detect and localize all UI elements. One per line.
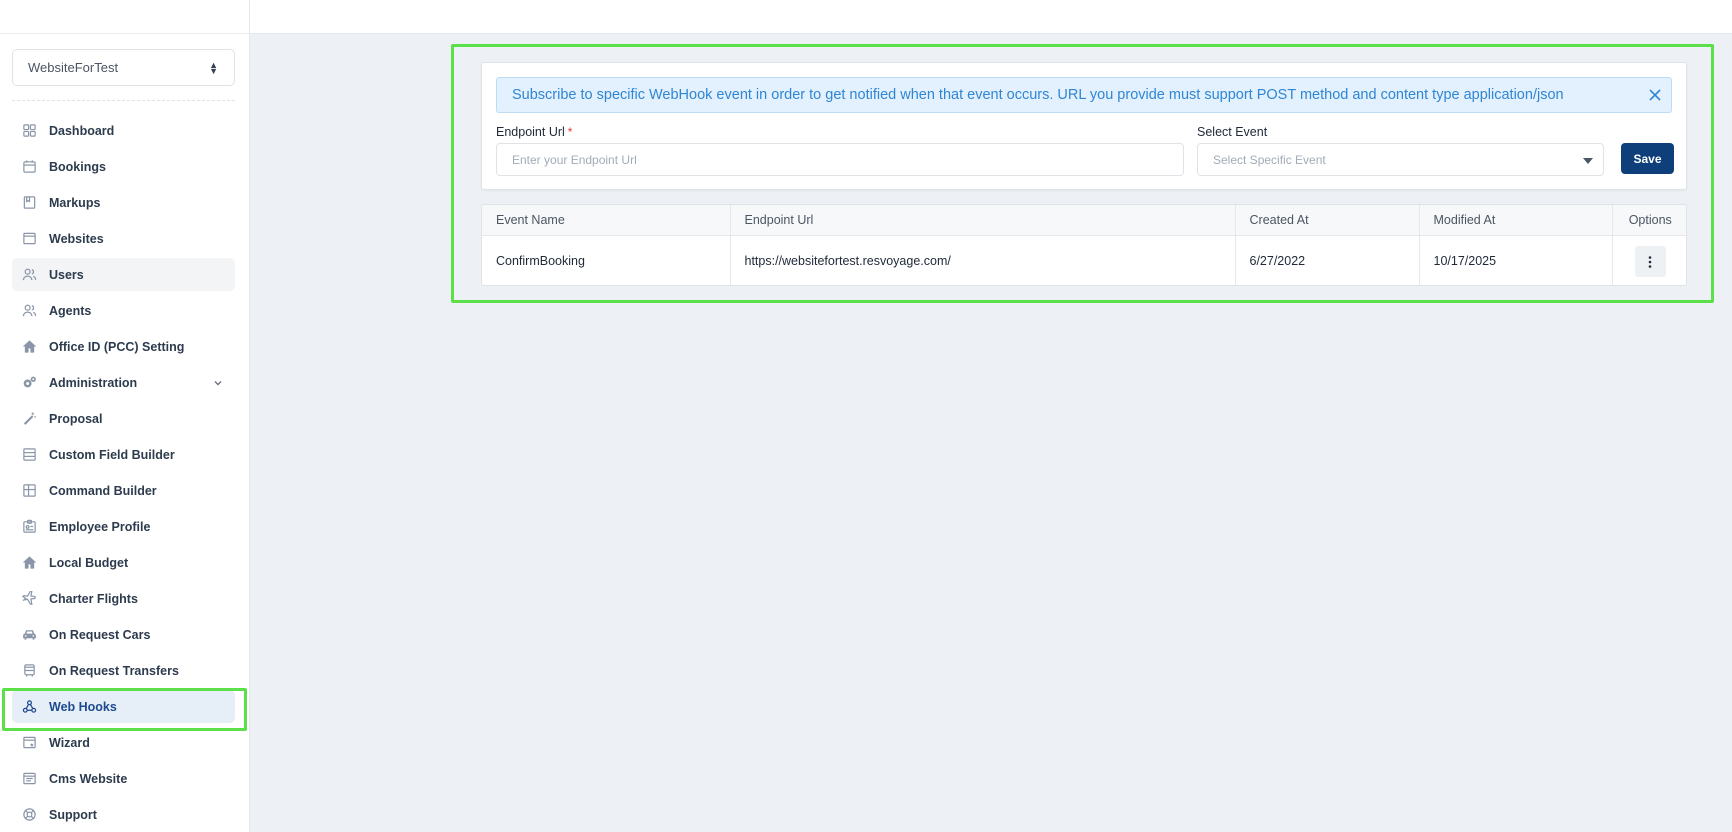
sidebar-item-local-budget[interactable]: Local Budget bbox=[12, 546, 235, 579]
sidebar-item-bookings[interactable]: Bookings bbox=[12, 150, 235, 183]
sidebar-item-agents[interactable]: Agents bbox=[12, 294, 235, 327]
users-icon bbox=[21, 267, 37, 283]
sidebar-header bbox=[0, 0, 249, 34]
cell-modified-at: 10/17/2025 bbox=[1419, 235, 1613, 285]
markup-icon bbox=[21, 195, 37, 211]
cell-event-name: ConfirmBooking bbox=[482, 235, 731, 285]
info-alert: Subscribe to specific WebHook event in o… bbox=[496, 77, 1672, 113]
row-options-button[interactable] bbox=[1634, 246, 1666, 278]
endpoint-url-label: Endpoint Url * bbox=[496, 125, 572, 139]
sidebar-item-charter-flights[interactable]: Charter Flights bbox=[12, 582, 235, 615]
gears-icon bbox=[21, 375, 37, 391]
sidebar-item-label: Administration bbox=[49, 375, 138, 390]
window-icon bbox=[21, 231, 37, 247]
sidebar-item-label: Support bbox=[49, 807, 97, 822]
id-card-icon bbox=[21, 519, 37, 535]
sidebar-item-label: Local Budget bbox=[49, 555, 129, 570]
column-header-event-name[interactable]: Event Name bbox=[482, 205, 731, 236]
sidebar-item-label: Command Builder bbox=[49, 483, 157, 498]
sidebar-item-label: Charter Flights bbox=[49, 591, 138, 606]
lifebuoy-icon bbox=[21, 807, 37, 823]
plane-icon bbox=[21, 591, 37, 607]
sidebar-item-label: On Request Transfers bbox=[49, 663, 179, 678]
sidebar-item-proposal[interactable]: Proposal bbox=[12, 402, 235, 435]
home-icon bbox=[21, 339, 37, 355]
webhook-form-card: Subscribe to specific WebHook event in o… bbox=[481, 62, 1687, 190]
sidebar-item-web-hooks[interactable]: Web Hooks bbox=[2, 688, 247, 731]
sidebar-item-custom-field-builder[interactable]: Custom Field Builder bbox=[12, 438, 235, 471]
endpoint-url-placeholder: Enter your Endpoint Url bbox=[512, 152, 637, 167]
webhook-table: Event Name Endpoint Url Created At Modif… bbox=[481, 204, 1687, 286]
home-icon bbox=[21, 555, 37, 571]
save-button[interactable]: Save bbox=[1621, 143, 1674, 174]
sidebar-item-on-request-transfers[interactable]: On Request Transfers bbox=[12, 654, 235, 687]
magic-wand-icon bbox=[21, 411, 37, 427]
kebab-menu-icon bbox=[1648, 255, 1652, 268]
sidebar-divider bbox=[12, 100, 235, 101]
select-event-label: Select Event bbox=[1197, 125, 1268, 139]
sidebar-item-wizard[interactable]: Wizard bbox=[12, 726, 235, 759]
chevron-down-icon[interactable] bbox=[213, 377, 223, 387]
sidebar-item-label: Office ID (PCC) Setting bbox=[49, 339, 185, 354]
sidebar-item-label: Users bbox=[49, 267, 84, 282]
sidebar-item-websites[interactable]: Websites bbox=[12, 222, 235, 255]
table-row: ConfirmBooking https://websitefortest.re… bbox=[482, 235, 1686, 285]
column-header-created-at[interactable]: Created At bbox=[1235, 205, 1420, 236]
wizard-icon bbox=[21, 735, 37, 751]
sidebar-item-employee-profile[interactable]: Employee Profile bbox=[12, 510, 235, 543]
info-alert-text: Subscribe to specific WebHook event in o… bbox=[512, 87, 1564, 103]
sidebar-item-label: Employee Profile bbox=[49, 519, 151, 534]
sidebar-item-office-id[interactable]: Office ID (PCC) Setting bbox=[12, 330, 235, 363]
sidebar-item-label: Web Hooks bbox=[49, 699, 117, 714]
sidebar-item-command-builder[interactable]: Command Builder bbox=[12, 474, 235, 507]
sidebar-item-label: Custom Field Builder bbox=[49, 447, 175, 462]
grid-icon bbox=[21, 483, 37, 499]
website-selector[interactable]: WebsiteForTest ▲ ▼ bbox=[12, 49, 235, 86]
select-event-dropdown[interactable]: Select Specific Event bbox=[1197, 143, 1604, 176]
endpoint-url-label-text: Endpoint Url bbox=[496, 125, 565, 139]
table-header-row: Event Name Endpoint Url Created At Modif… bbox=[482, 205, 1686, 236]
cell-options bbox=[1612, 235, 1686, 285]
sidebar-item-label: Wizard bbox=[49, 735, 90, 750]
website-selector-value: WebsiteForTest bbox=[28, 60, 119, 75]
bus-icon bbox=[21, 663, 37, 679]
webhook-icon bbox=[21, 699, 37, 715]
sort-icon: ▲ ▼ bbox=[209, 59, 218, 76]
sidebar: WebsiteForTest ▲ ▼ Dashboard Bookings Mar… bbox=[0, 0, 250, 832]
cell-created-at: 6/27/2022 bbox=[1235, 235, 1420, 285]
sidebar-item-support[interactable]: Support bbox=[12, 798, 235, 831]
sidebar-item-label: Proposal bbox=[49, 411, 103, 426]
sidebar-item-label: Bookings bbox=[49, 159, 106, 174]
car-icon bbox=[21, 627, 37, 643]
sidebar-item-markups[interactable]: Markups bbox=[12, 186, 235, 219]
sidebar-item-label: Markups bbox=[49, 195, 101, 210]
sidebar-item-users[interactable]: Users bbox=[12, 258, 235, 291]
sidebar-item-label: Websites bbox=[49, 231, 104, 246]
sidebar-item-cms-website[interactable]: Cms Website bbox=[12, 762, 235, 795]
column-header-modified-at[interactable]: Modified At bbox=[1419, 205, 1613, 236]
caret-down-icon bbox=[1583, 158, 1593, 164]
sidebar-item-label: Agents bbox=[49, 303, 92, 318]
sidebar-item-label: On Request Cars bbox=[49, 627, 151, 642]
sidebar-nav: Dashboard Bookings Markups Websites User… bbox=[2, 114, 247, 832]
cms-icon bbox=[21, 771, 37, 787]
close-icon[interactable] bbox=[1647, 87, 1663, 103]
users-icon bbox=[21, 303, 37, 319]
sidebar-item-on-request-cars[interactable]: On Request Cars bbox=[12, 618, 235, 651]
sidebar-item-dashboard[interactable]: Dashboard bbox=[12, 114, 235, 147]
column-header-endpoint-url[interactable]: Endpoint Url bbox=[730, 205, 1236, 236]
select-event-placeholder: Select Specific Event bbox=[1213, 152, 1326, 167]
form-icon bbox=[21, 447, 37, 463]
sidebar-item-administration[interactable]: Administration bbox=[12, 366, 235, 399]
endpoint-url-input[interactable]: Enter your Endpoint Url bbox=[496, 143, 1184, 176]
dashboard-icon bbox=[21, 123, 37, 139]
sidebar-item-label: Dashboard bbox=[49, 123, 115, 138]
required-mark: * bbox=[567, 125, 573, 139]
calendar-icon bbox=[21, 159, 37, 175]
top-header-bar bbox=[250, 0, 1732, 34]
column-header-options: Options bbox=[1612, 205, 1686, 236]
sidebar-item-label: Cms Website bbox=[49, 771, 128, 786]
cell-endpoint-url: https://websitefortest.resvoyage.com/ bbox=[730, 235, 1236, 285]
